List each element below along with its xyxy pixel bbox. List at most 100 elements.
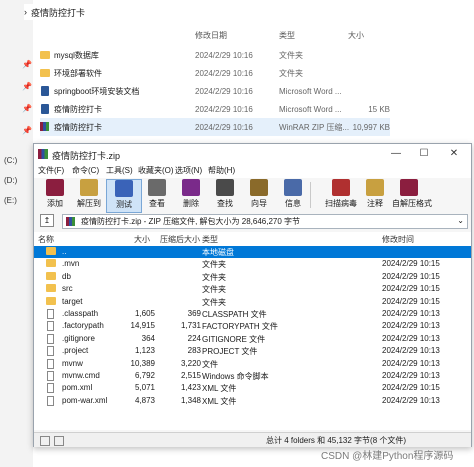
path-text: 疫情防控打卡.zip - ZIP 压缩文件, 解包大小为 28,646,270 …: [81, 217, 301, 226]
menu-help[interactable]: 帮助(H): [208, 165, 235, 176]
col-packed[interactable]: 压缩后大小: [160, 234, 200, 245]
path-field[interactable]: 疫情防控打卡.zip - ZIP 压缩文件, 解包大小为 28,646,270 …: [62, 214, 468, 229]
file-row[interactable]: pom-war.xml 4,873 1,348 XML 文件 2024/2/29 10:…: [34, 395, 471, 407]
file-type: XML 文件: [202, 384, 237, 394]
drive-d[interactable]: (D:): [4, 176, 17, 185]
explorer-row[interactable]: 疫情防控打卡 2024/2/29 10:16 Microsoft Word ... 1…: [40, 100, 390, 118]
explorer-row[interactable]: mysql数据库 2024/2/29 10:16 文件夹: [40, 46, 390, 64]
file-packed: 1,348: [180, 395, 201, 405]
menu-favorites[interactable]: 收藏夹(O): [138, 165, 174, 176]
winrar-window: 疫情防控打卡.zip — ☐ ✕ 文件(F) 命令(C) 工具(S) 收藏夹(O…: [33, 143, 472, 447]
file-row[interactable]: .. 本地磁盘: [34, 246, 471, 259]
chevron-right-icon: ›: [24, 7, 27, 17]
folder-icon: [46, 284, 56, 293]
drive-c[interactable]: (C:): [4, 156, 17, 165]
minimize-button[interactable]: —: [386, 147, 406, 161]
toolbar-info-button[interactable]: 信息: [276, 179, 310, 211]
file-row[interactable]: .factorypath 14,915 1,731 FACTORYPATH 文件 202…: [34, 320, 471, 332]
word-doc-icon: [41, 86, 49, 96]
file-row[interactable]: .mvn 文件夹 2024/2/29 10:15: [34, 258, 471, 270]
toolbar-comment-button[interactable]: 注释: [358, 179, 392, 211]
toolbar-label: 添加: [47, 199, 63, 208]
toolbar-sfx-button[interactable]: 自解压格式: [392, 179, 432, 211]
file-modified: 2024/2/29 10:13: [382, 371, 440, 380]
toolbar-find-button[interactable]: 查找: [208, 179, 242, 211]
file-size: 364: [141, 333, 155, 343]
toolbar-add-button[interactable]: 添加: [38, 179, 72, 211]
toolbar-label: 信息: [285, 199, 301, 208]
toolbar-delete-button[interactable]: 删除: [174, 179, 208, 211]
toolbar-extract-to-button[interactable]: 解压到: [72, 179, 106, 211]
key-icon: [54, 436, 64, 446]
pin-icon: 📌: [22, 82, 32, 91]
archive-icon: [66, 217, 75, 226]
header-type[interactable]: 类型: [279, 30, 295, 44]
folder-icon: [46, 271, 56, 280]
explorer-row-type: Microsoft Word ...: [279, 86, 342, 96]
file-icon: [47, 346, 54, 357]
up-folder-icon[interactable]: ↥: [40, 214, 54, 227]
folder-icon: [40, 51, 50, 59]
toolbar-view-button[interactable]: 查看: [140, 179, 174, 211]
explorer-row[interactable]: springboot环境安装文档 2024/2/29 10:16 Microsoft…: [40, 82, 390, 100]
toolbar-scan-virus-button[interactable]: 扫描病毒: [324, 179, 358, 211]
file-type: PROJECT 文件: [202, 347, 258, 357]
file-row[interactable]: target 文件夹 2024/2/29 10:15: [34, 296, 471, 308]
file-size: 6,792: [134, 371, 155, 380]
file-row[interactable]: src 文件夹 2024/2/29 10:15: [34, 283, 471, 295]
header-date[interactable]: 修改日期: [195, 30, 227, 44]
winrar-app-icon: [38, 149, 48, 159]
explorer-row[interactable]: 疫情防控打卡 2024/2/29 10:16 WinRAR ZIP 压缩... 10,…: [40, 118, 390, 136]
toolbar-label: 删除: [183, 199, 199, 208]
find-icon: [216, 179, 234, 196]
col-type[interactable]: 类型: [202, 234, 218, 245]
menu-options[interactable]: 选项(N): [175, 165, 202, 176]
file-packed: 3,220: [180, 358, 201, 368]
col-name[interactable]: 名称: [38, 234, 54, 245]
explorer-row-size: 15 KB: [368, 104, 390, 114]
breadcrumb[interactable]: › 疫情防控打卡: [24, 4, 224, 20]
chevron-down-icon[interactable]: ⌄: [457, 216, 464, 225]
drive-icon: [40, 436, 50, 446]
toolbar-wizard-button[interactable]: 向导: [242, 179, 276, 211]
file-row[interactable]: .gitignore 364 224 GITIGNORE 文件 2024/2/29 10…: [34, 333, 471, 345]
col-size[interactable]: 大小: [134, 234, 150, 245]
file-row[interactable]: db 文件夹 2024/2/29 10:15: [34, 271, 471, 283]
window-title: 疫情防控打卡.zip: [52, 151, 121, 161]
file-name: .mvn: [62, 259, 80, 269]
col-modified[interactable]: 修改时间: [382, 234, 414, 245]
toolbar-test-button[interactable]: 测试: [106, 179, 142, 213]
drive-e[interactable]: (E:): [4, 196, 17, 205]
file-row[interactable]: .classpath 1,605 369 CLASSPATH 文件 2024/2/29 …: [34, 308, 471, 320]
menu-tools[interactable]: 工具(S): [106, 165, 133, 176]
file-row[interactable]: pom.xml 5,071 1,423 XML 文件 2024/2/29 10:15: [34, 382, 471, 394]
header-size[interactable]: 大小: [348, 30, 364, 44]
file-type: 文件夹: [202, 260, 226, 270]
menu-command[interactable]: 命令(C): [72, 165, 99, 176]
file-packed: 1,423: [180, 383, 201, 393]
delete-icon: [182, 179, 200, 196]
file-type: 文件: [202, 359, 218, 369]
file-type: 文件夹: [202, 272, 226, 282]
file-type: 本地磁盘: [202, 248, 234, 257]
file-name: .project: [62, 346, 89, 356]
scan-virus-icon: [332, 179, 350, 196]
toolbar-label: 解压到: [77, 199, 101, 208]
file-row[interactable]: .project 1,123 283 PROJECT 文件 2024/2/29 10:1…: [34, 345, 471, 357]
title-bar[interactable]: 疫情防控打卡.zip — ☐ ✕: [34, 144, 471, 164]
file-name: mvnw.cmd: [62, 371, 100, 380]
file-type: XML 文件: [202, 396, 237, 406]
close-button[interactable]: ✕: [444, 147, 464, 161]
file-icon: [47, 395, 54, 406]
maximize-button[interactable]: ☐: [414, 147, 434, 161]
file-modified: 2024/2/29 10:15: [382, 383, 440, 393]
file-row[interactable]: mvnw 10,389 3,220 文件 2024/2/29 10:13: [34, 358, 471, 370]
word-doc-icon: [41, 104, 49, 114]
file-row[interactable]: mvnw.cmd 6,792 2,515 Windows 命令脚本 2024/2/29 …: [34, 370, 471, 382]
file-size: 10,389: [130, 358, 155, 368]
menu-file[interactable]: 文件(F): [38, 165, 64, 176]
breadcrumb-current[interactable]: 疫情防控打卡: [31, 6, 85, 19]
file-modified: 2024/2/29 10:15: [382, 284, 440, 294]
extract-to-icon: [80, 179, 98, 196]
explorer-row[interactable]: 环境部署软件 2024/2/29 10:16 文件夹: [40, 64, 390, 82]
